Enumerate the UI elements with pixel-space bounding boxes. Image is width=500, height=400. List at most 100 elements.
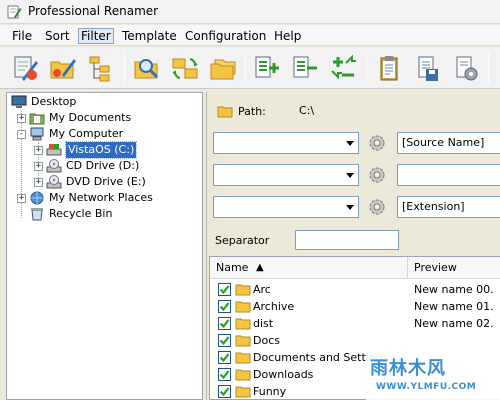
separator-input[interactable] — [295, 230, 399, 250]
toolbar-separator — [366, 53, 367, 83]
filter-combo-3[interactable] — [213, 196, 359, 218]
toolbar-separator — [124, 53, 125, 83]
tree-item-vistaos-c[interactable]: + VistaOS (C:) — [34, 141, 138, 159]
clipboard-icon — [380, 56, 398, 81]
refresh-folders-button[interactable] — [168, 51, 202, 85]
menu-template[interactable]: Template — [120, 28, 179, 44]
move-up-down-icon — [331, 54, 356, 80]
folder-icon — [235, 335, 251, 347]
separator-label: Separator — [215, 234, 270, 247]
collapse-toggle[interactable]: - — [17, 129, 26, 139]
menu-sort[interactable]: Sort — [43, 28, 72, 44]
filter-field-2[interactable] — [397, 164, 500, 186]
tree-item-my-documents[interactable]: + My Documents — [17, 110, 131, 126]
filter-gear-button-2[interactable] — [367, 165, 387, 185]
tree-label: My Computer — [49, 127, 124, 140]
list-item[interactable]: Docs — [210, 332, 500, 349]
move-up-down-button[interactable] — [326, 51, 360, 85]
checkmark-icon — [219, 319, 230, 329]
tree-item-my-network-places[interactable]: + My Network Places — [17, 190, 153, 206]
list-item[interactable]: Arc New name 00. — [210, 281, 500, 298]
find-in-folder-button[interactable] — [130, 51, 164, 85]
watermark-url: WWW.YLMFU.COM — [376, 382, 477, 392]
checkmark-icon — [219, 285, 230, 295]
tree-item-dvd-drive-e[interactable]: + DVD Drive (E:) — [34, 174, 146, 190]
folders-icon — [210, 59, 236, 80]
folders-button[interactable] — [206, 51, 240, 85]
row-checkbox[interactable] — [218, 283, 231, 296]
title-bar: Professional Renamer — [0, 0, 500, 24]
hard-drive-icon — [46, 144, 62, 156]
gear-icon — [369, 167, 385, 183]
dropdown-arrow-icon[interactable] — [341, 133, 358, 153]
row-checkbox[interactable] — [218, 385, 231, 398]
menu-bar: File Sort Filter Template Configuration … — [0, 25, 500, 46]
toolbar-separator — [488, 53, 489, 83]
cd-drive-icon — [46, 159, 62, 173]
my-documents-icon — [29, 113, 45, 125]
app-pencil-icon — [7, 5, 22, 19]
rename-go-button[interactable] — [8, 51, 42, 85]
tree-structure-button[interactable] — [84, 51, 118, 85]
open-folder-icon — [217, 106, 233, 118]
row-checkbox[interactable] — [218, 368, 231, 381]
menu-configuration[interactable]: Configuration — [183, 28, 268, 44]
column-header-preview[interactable]: Preview — [414, 257, 457, 279]
folder-icon — [235, 386, 251, 398]
add-file-button[interactable] — [250, 51, 284, 85]
checkmark-icon — [219, 336, 230, 346]
row-preview: New name 00. — [414, 283, 494, 296]
settings-doc-button[interactable] — [448, 51, 482, 85]
filter-field-3[interactable]: [Extension] — [397, 196, 500, 218]
list-item[interactable]: Archive New name 01. — [210, 298, 500, 315]
expand-toggle[interactable]: + — [34, 177, 43, 187]
checkmark-icon — [219, 370, 230, 380]
row-name: Downloads — [253, 368, 314, 381]
clipboard-button[interactable] — [372, 51, 406, 85]
watermark-brand: 雨林木风 — [370, 358, 446, 379]
menu-filter[interactable]: Filter — [78, 28, 114, 44]
filter-gear-button-3[interactable] — [367, 197, 387, 217]
row-checkbox[interactable] — [218, 351, 231, 364]
row-checkbox[interactable] — [218, 334, 231, 347]
row-checkbox[interactable] — [218, 300, 231, 313]
dropdown-arrow-icon[interactable] — [341, 197, 358, 217]
watermark: 雨林木风 WWW.YLMFU.COM — [366, 352, 500, 400]
tree-item-cd-drive-d[interactable]: + CD Drive (D:) — [34, 158, 139, 174]
expand-toggle[interactable]: + — [17, 193, 26, 203]
expand-toggle[interactable]: + — [17, 113, 26, 123]
tree-label: Recycle Bin — [49, 207, 113, 220]
row-preview: New name 01. — [414, 300, 494, 313]
tree-item-recycle-bin[interactable]: Recycle Bin — [29, 206, 112, 222]
filter-gear-button-1[interactable] — [367, 133, 387, 153]
dvd-drive-icon — [46, 175, 62, 189]
column-header-name[interactable]: Name ▲ — [210, 257, 408, 279]
row-name: dist — [253, 317, 274, 330]
menu-help[interactable]: Help — [272, 28, 303, 44]
rename-folder-button[interactable] — [46, 51, 80, 85]
filter-combo-2[interactable] — [213, 164, 359, 186]
filter-field-1[interactable]: [Source Name] — [397, 132, 500, 154]
gear-icon — [369, 199, 385, 215]
dropdown-arrow-icon[interactable] — [341, 165, 358, 185]
tree-label: My Network Places — [49, 191, 153, 204]
path-value[interactable]: C:\ — [299, 104, 314, 117]
filter-combo-1[interactable] — [213, 132, 359, 154]
rename-go-icon — [14, 56, 38, 81]
save-file-button[interactable] — [410, 51, 444, 85]
expand-toggle[interactable]: + — [34, 161, 43, 171]
tree-item-desktop[interactable]: Desktop — [11, 94, 76, 110]
row-name: Docs — [253, 334, 280, 347]
menu-file[interactable]: File — [10, 28, 34, 44]
expand-toggle[interactable]: + — [34, 145, 43, 155]
row-name: Arc — [253, 283, 271, 296]
row-checkbox[interactable] — [218, 317, 231, 330]
add-file-icon — [255, 56, 279, 78]
remove-file-button[interactable] — [288, 51, 322, 85]
tree-label: DVD Drive (E:) — [66, 175, 146, 188]
list-item[interactable]: dist New name 02. — [210, 315, 500, 332]
tree-item-my-computer[interactable]: - My Computer — [17, 126, 123, 142]
find-in-folder-icon — [134, 59, 159, 79]
desktop-icon — [11, 95, 27, 108]
folder-tree: Desktop + My Documents - My Computer + V… — [6, 92, 203, 400]
